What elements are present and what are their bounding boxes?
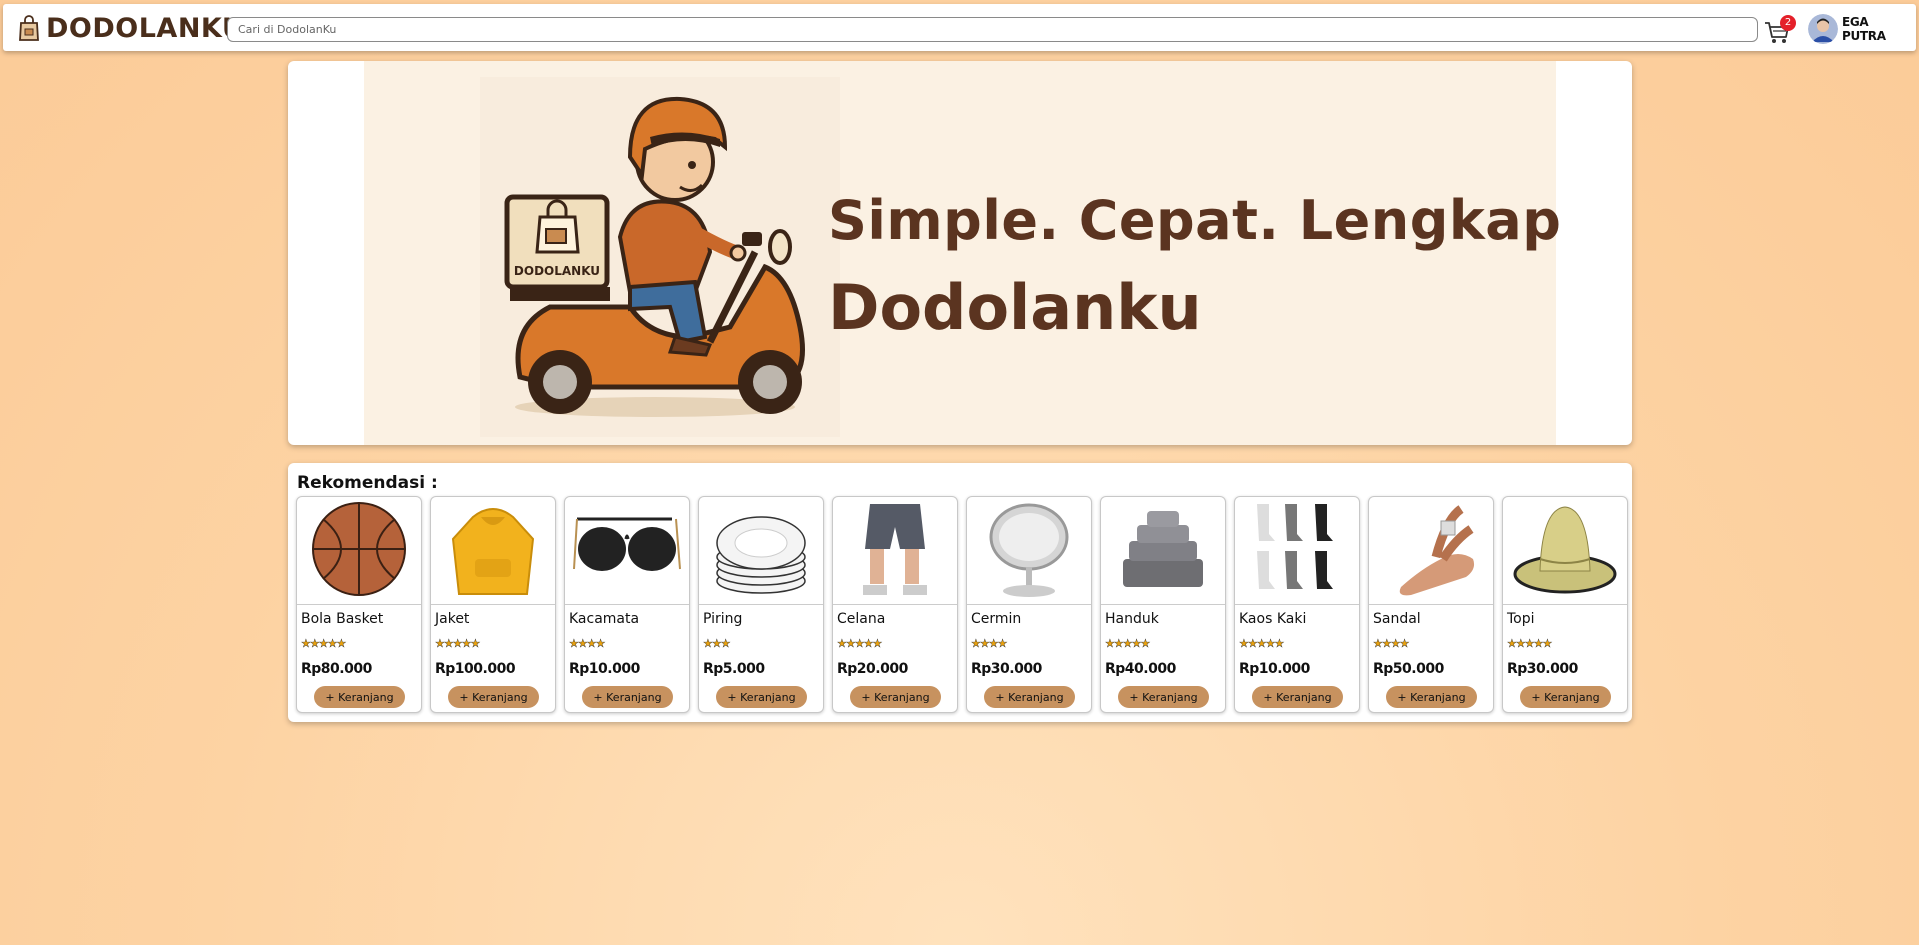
product-card[interactable]: Topi ★★★★★ Rp30.000 + Keranjang	[1502, 496, 1628, 713]
product-card[interactable]: Sandal ★★★★ Rp50.000 + Keranjang	[1368, 496, 1494, 713]
product-card[interactable]: Kacamata ★★★★ Rp10.000 + Keranjang	[564, 496, 690, 713]
product-name: Jaket	[435, 611, 470, 627]
hero-banner: DODOLANKU Simple. Cepat. Lengkap Dodolan…	[288, 61, 1632, 445]
shopping-bag-icon	[19, 15, 39, 41]
search-input[interactable]	[227, 17, 1758, 42]
sunglasses-icon	[572, 499, 682, 603]
product-card[interactable]: Cermin ★★★★ Rp30.000 + Keranjang	[966, 496, 1092, 713]
cart-count-badge: 2	[1780, 15, 1796, 31]
product-image[interactable]	[1235, 497, 1359, 605]
avatar	[1808, 14, 1838, 44]
add-to-cart-button[interactable]: + Keranjang	[1252, 686, 1343, 708]
add-to-cart-button[interactable]: + Keranjang	[1520, 686, 1611, 708]
rating-stars: ★★★★★	[837, 637, 883, 650]
product-price: Rp20.000	[837, 661, 908, 677]
rating-stars: ★★★	[703, 637, 731, 650]
user-menu[interactable]: EGA PUTRA	[1808, 14, 1916, 44]
product-name: Handuk	[1105, 611, 1159, 627]
product-image[interactable]	[699, 497, 823, 605]
sandal-icon	[1381, 499, 1481, 603]
product-name: Bola Basket	[301, 611, 384, 627]
product-price: Rp100.000	[435, 661, 516, 677]
product-card[interactable]: Piring ★★★ Rp5.000 + Keranjang	[698, 496, 824, 713]
product-grid: Bola Basket ★★★★★ Rp80.000 + Keranjang Jaket…	[296, 496, 1628, 713]
banner-background: DODOLANKU Simple. Cepat. Lengkap Dodolan…	[364, 61, 1561, 445]
banner-brand: Dodolanku	[828, 271, 1202, 344]
add-to-cart-button[interactable]: + Keranjang	[716, 686, 807, 708]
product-image[interactable]	[833, 497, 957, 605]
add-to-cart-button[interactable]: + Keranjang	[448, 686, 539, 708]
product-name: Cermin	[971, 611, 1022, 627]
add-to-cart-button[interactable]: + Keranjang	[582, 686, 673, 708]
product-name: Topi	[1507, 611, 1535, 627]
recommendations-section: Rekomendasi : Bola Basket ★★★★★ Rp80.000 + …	[288, 463, 1632, 722]
product-image[interactable]	[431, 497, 555, 605]
rating-stars: ★★★★	[971, 637, 1008, 650]
product-price: Rp30.000	[1507, 661, 1578, 677]
product-price: Rp10.000	[1239, 661, 1310, 677]
rating-stars: ★★★★★	[1105, 637, 1151, 650]
rating-stars: ★★★★	[1373, 637, 1410, 650]
product-image[interactable]	[297, 497, 421, 605]
add-to-cart-button[interactable]: + Keranjang	[1386, 686, 1477, 708]
add-to-cart-button[interactable]: + Keranjang	[850, 686, 941, 708]
plates-icon	[711, 499, 811, 603]
rating-stars: ★★★★★	[301, 637, 347, 650]
rating-stars: ★★★★★	[1507, 637, 1553, 650]
add-to-cart-button[interactable]: + Keranjang	[984, 686, 1075, 708]
socks-icon	[1247, 499, 1347, 603]
product-price: Rp50.000	[1373, 661, 1444, 677]
product-name: Kaos Kaki	[1239, 611, 1307, 627]
product-card[interactable]: Celana ★★★★★ Rp20.000 + Keranjang	[832, 496, 958, 713]
add-to-cart-button[interactable]: + Keranjang	[314, 686, 405, 708]
product-card[interactable]: Kaos Kaki ★★★★★ Rp10.000 + Keranjang	[1234, 496, 1360, 713]
user-name: EGA PUTRA	[1841, 15, 1886, 43]
add-to-cart-button[interactable]: + Keranjang	[1118, 686, 1209, 708]
product-image[interactable]	[1503, 497, 1627, 605]
brand-logo[interactable]: DODOLANKU	[17, 12, 245, 44]
rating-stars: ★★★★★	[435, 637, 481, 650]
product-name: Piring	[703, 611, 743, 627]
product-card[interactable]: Bola Basket ★★★★★ Rp80.000 + Keranjang	[296, 496, 422, 713]
product-price: Rp30.000	[971, 661, 1042, 677]
product-name: Kacamata	[569, 611, 640, 627]
box-label: DODOLANKU	[514, 264, 600, 278]
rating-stars: ★★★★★	[1239, 637, 1285, 650]
product-image[interactable]	[967, 497, 1091, 605]
product-price: Rp80.000	[301, 661, 372, 677]
top-navbar: DODOLANKU 2 EGA PUTRA	[3, 4, 1916, 51]
product-price: Rp10.000	[569, 661, 640, 677]
banner-headline: Simple. Cepat. Lengkap	[828, 189, 1562, 252]
hat-icon	[1510, 499, 1620, 603]
product-image[interactable]	[1369, 497, 1493, 605]
product-price: Rp40.000	[1105, 661, 1176, 677]
basketball-icon	[309, 499, 409, 603]
towel-icon	[1113, 499, 1213, 603]
cart-button[interactable]: 2	[1763, 15, 1796, 45]
product-image[interactable]	[565, 497, 689, 605]
shorts-icon	[845, 499, 945, 603]
hoodie-icon	[443, 499, 543, 603]
rating-stars: ★★★★	[569, 637, 606, 650]
product-image[interactable]	[1101, 497, 1225, 605]
delivery-scooter-illustration: DODOLANKU	[480, 77, 840, 437]
product-card[interactable]: Jaket ★★★★★ Rp100.000 + Keranjang	[430, 496, 556, 713]
section-title: Rekomendasi :	[297, 473, 438, 493]
product-name: Sandal	[1373, 611, 1421, 627]
mirror-icon	[979, 499, 1079, 603]
product-price: Rp5.000	[703, 661, 765, 677]
product-name: Celana	[837, 611, 886, 627]
product-card[interactable]: Handuk ★★★★★ Rp40.000 + Keranjang	[1100, 496, 1226, 713]
brand-name: DODOLANKU	[46, 12, 245, 44]
